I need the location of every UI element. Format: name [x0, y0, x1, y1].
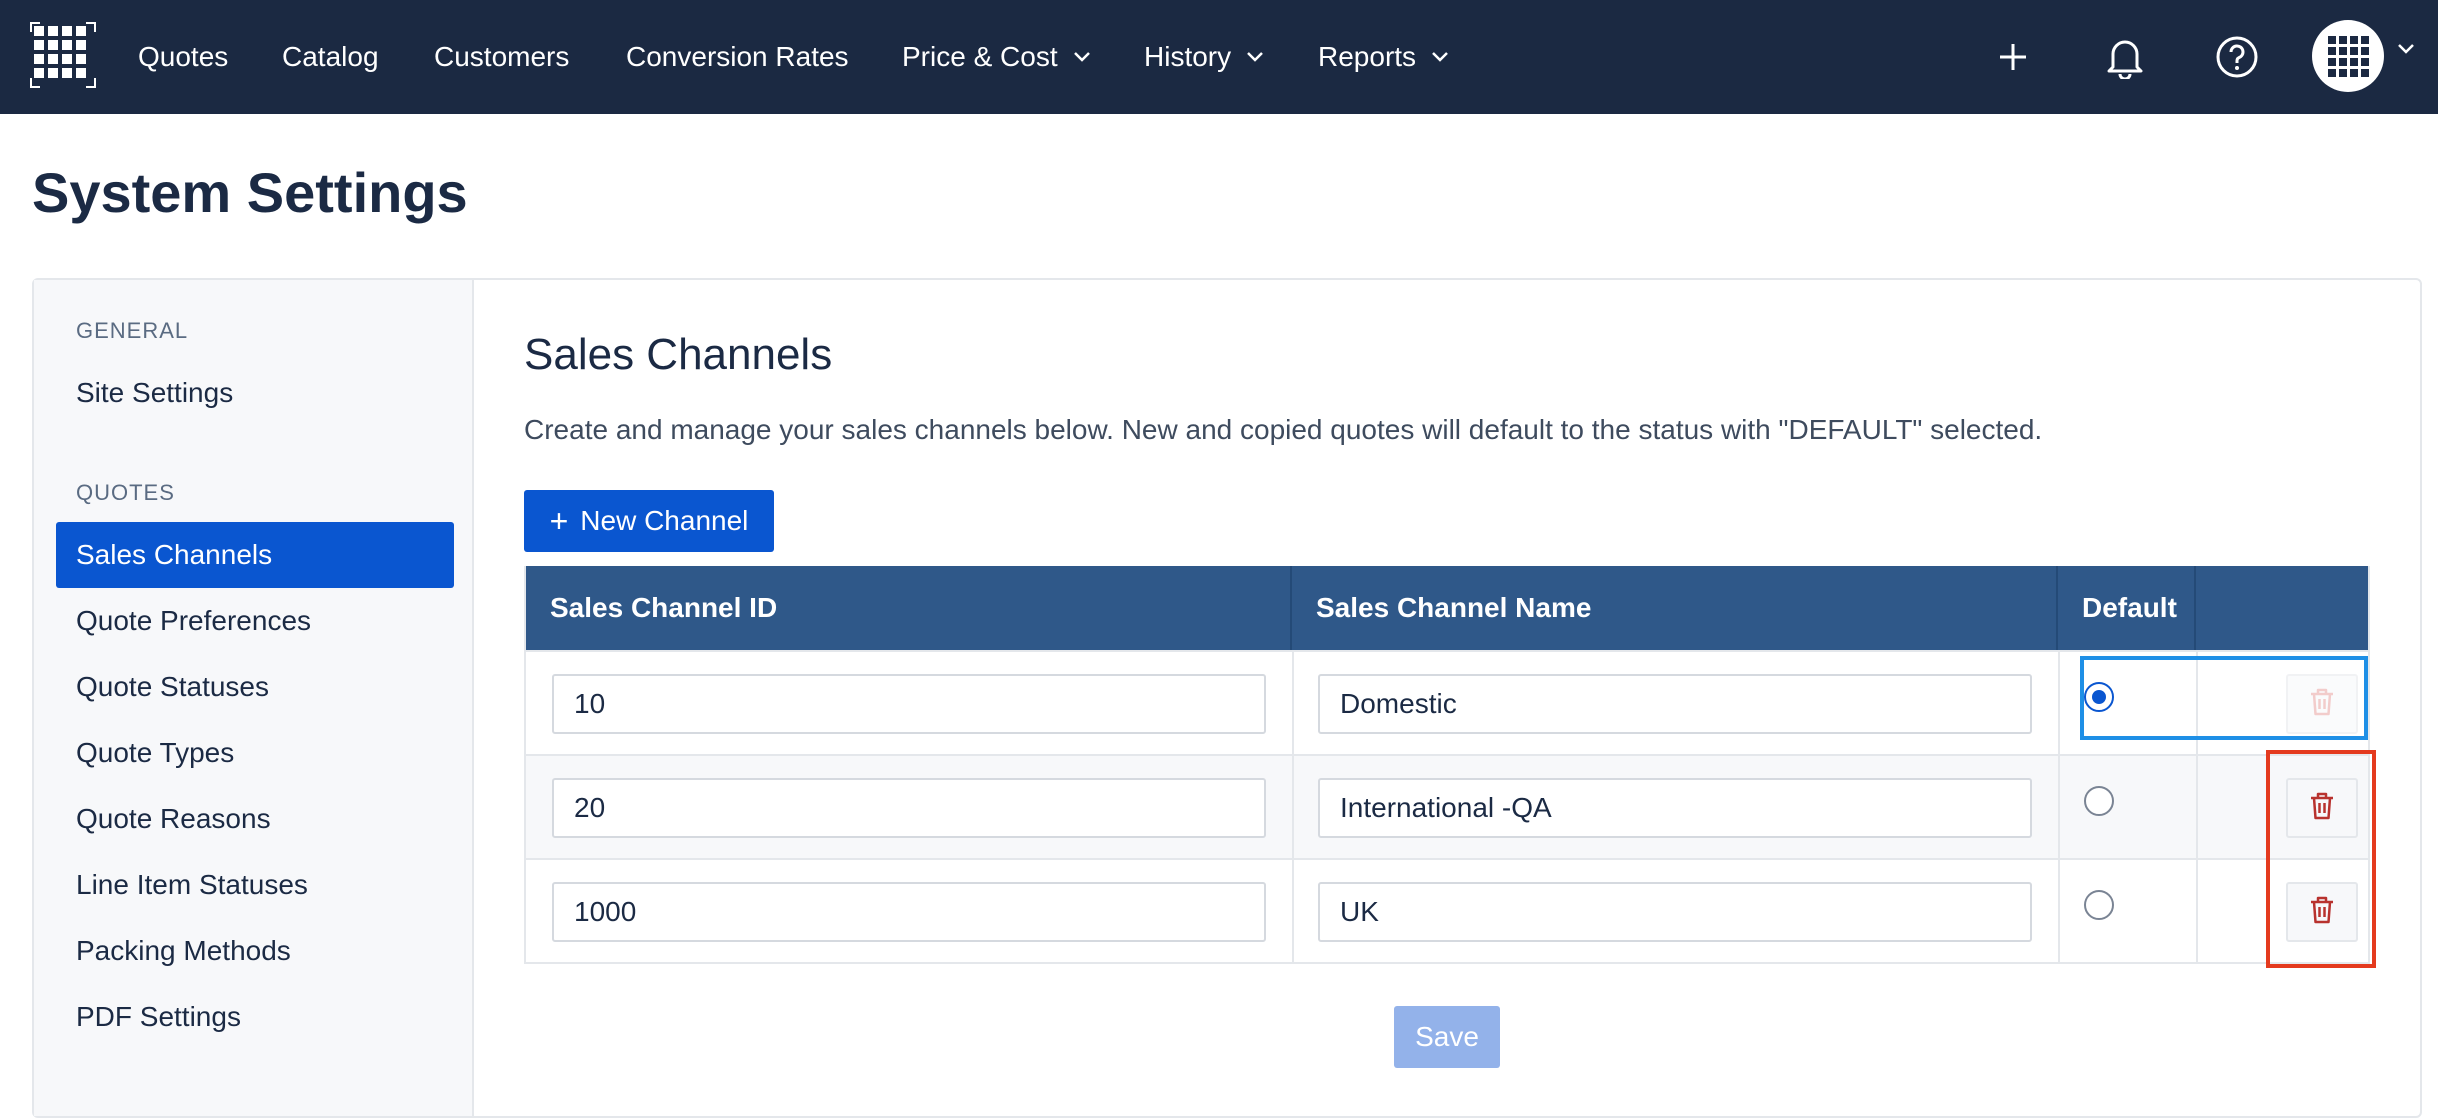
- settings-sidebar: GENERAL Site Settings QUOTES Sales Chann…: [34, 280, 474, 1116]
- table-row: 20 International -QA: [526, 754, 2368, 858]
- sidebar-item-site-settings[interactable]: Site Settings: [56, 360, 454, 426]
- nav-history-label: History: [1144, 41, 1232, 72]
- nav-catalog[interactable]: Catalog: [282, 0, 379, 114]
- avatar[interactable]: [2312, 20, 2384, 92]
- page-title: System Settings: [32, 161, 468, 224]
- delete-button[interactable]: [2286, 882, 2358, 942]
- trash-icon: [2308, 791, 2336, 826]
- plus-icon[interactable]: [1988, 32, 2038, 82]
- nav-history[interactable]: History: [1144, 0, 1265, 114]
- sidebar-item-quote-types[interactable]: Quote Types: [56, 720, 454, 786]
- cell-divider: [2058, 860, 2060, 962]
- trash-icon: [2308, 687, 2336, 722]
- sidebar-item-label: Quote Preferences: [76, 605, 312, 636]
- sidebar-item-label: Site Settings: [76, 377, 234, 408]
- new-channel-button[interactable]: + New Channel: [524, 490, 774, 552]
- delete-button[interactable]: [2286, 674, 2358, 734]
- cell-divider: [2196, 756, 2198, 858]
- section-description: Create and manage your sales channels be…: [524, 414, 2043, 445]
- sidebar-item-sales-channels[interactable]: Sales Channels: [56, 522, 454, 588]
- nav-price-cost[interactable]: Price & Cost: [902, 0, 1092, 114]
- save-button[interactable]: Save: [1394, 1006, 1500, 1068]
- column-header-default: Default: [2058, 566, 2196, 650]
- default-radio[interactable]: [2084, 682, 2114, 712]
- sidebar-item-label: PDF Settings: [76, 1001, 241, 1032]
- sidebar-item-quote-preferences[interactable]: Quote Preferences: [56, 588, 454, 654]
- chevron-down-icon: [1245, 51, 1265, 63]
- new-channel-label: New Channel: [580, 505, 749, 536]
- nav-reports[interactable]: Reports: [1318, 0, 1450, 114]
- table-row: 1000 UK: [526, 858, 2368, 962]
- sidebar-item-pdf-settings[interactable]: PDF Settings: [56, 984, 454, 1050]
- sidebar-item-label: Quote Reasons: [76, 803, 271, 834]
- cell-divider: [1292, 652, 1294, 754]
- channel-name-input[interactable]: Domestic: [1318, 674, 2032, 734]
- sidebar-item-label: Quote Types: [76, 737, 235, 768]
- sidebar-item-label: Sales Channels: [76, 539, 273, 570]
- nav-conversion-rates[interactable]: Conversion Rates: [626, 0, 849, 114]
- sidebar-item-packing-methods[interactable]: Packing Methods: [56, 918, 454, 984]
- section-title: Sales Channels: [524, 330, 833, 379]
- channel-name-input[interactable]: UK: [1318, 882, 2032, 942]
- sidebar-heading-general: GENERAL: [76, 318, 189, 343]
- nav-price-cost-label: Price & Cost: [902, 41, 1058, 72]
- default-radio[interactable]: [2084, 890, 2114, 920]
- bell-icon[interactable]: [2100, 32, 2150, 82]
- sidebar-heading-quotes: QUOTES: [76, 480, 175, 505]
- column-header-actions: [2196, 566, 2372, 650]
- column-header-name: Sales Channel Name: [1292, 566, 2058, 650]
- table-row: 10 Domestic: [526, 650, 2368, 754]
- cell-divider: [2058, 652, 2060, 754]
- cell-divider: [1292, 756, 1294, 858]
- plus-icon: +: [549, 503, 569, 539]
- channel-id-input[interactable]: 1000: [552, 882, 1266, 942]
- chevron-down-icon: [1430, 51, 1450, 63]
- top-nav-bar: Quotes Catalog Customers Conversion Rate…: [0, 0, 2438, 114]
- nav-quotes[interactable]: Quotes: [138, 0, 228, 114]
- sidebar-item-label: Packing Methods: [76, 935, 291, 966]
- sidebar-item-label: Line Item Statuses: [76, 869, 308, 900]
- cell-divider: [2196, 652, 2198, 754]
- nav-conversion-rates-label: Conversion Rates: [626, 41, 849, 72]
- chevron-down-icon: [1072, 51, 1092, 63]
- help-icon[interactable]: [2212, 32, 2262, 82]
- sidebar-item-line-item-statuses[interactable]: Line Item Statuses: [56, 852, 454, 918]
- app-logo-icon[interactable]: [30, 22, 96, 88]
- nav-reports-label: Reports: [1318, 41, 1417, 72]
- sales-channels-content: Sales Channels Create and manage your sa…: [476, 280, 2420, 1116]
- nav-customers[interactable]: Customers: [434, 0, 569, 114]
- default-radio[interactable]: [2084, 786, 2114, 816]
- nav-customers-label: Customers: [434, 41, 570, 72]
- channel-name-input[interactable]: International -QA: [1318, 778, 2032, 838]
- cell-divider: [2196, 860, 2198, 962]
- channel-id-input[interactable]: 20: [552, 778, 1266, 838]
- column-header-id: Sales Channel ID: [526, 566, 1292, 650]
- cell-divider: [2058, 756, 2060, 858]
- table-header: Sales Channel ID Sales Channel Name Defa…: [526, 566, 2368, 650]
- nav-quotes-label: Quotes: [138, 41, 229, 72]
- settings-panel: GENERAL Site Settings QUOTES Sales Chann…: [32, 278, 2422, 1118]
- sidebar-item-quote-statuses[interactable]: Quote Statuses: [56, 654, 454, 720]
- trash-icon: [2308, 895, 2336, 930]
- channel-id-input[interactable]: 10: [552, 674, 1266, 734]
- delete-button[interactable]: [2286, 778, 2358, 838]
- sidebar-item-quote-reasons[interactable]: Quote Reasons: [56, 786, 454, 852]
- sidebar-item-label: Quote Statuses: [76, 671, 270, 702]
- sales-channels-table: Sales Channel ID Sales Channel Name Defa…: [524, 566, 2370, 964]
- cell-divider: [1292, 860, 1294, 962]
- nav-catalog-label: Catalog: [282, 41, 379, 72]
- chevron-down-icon[interactable]: [2396, 42, 2416, 60]
